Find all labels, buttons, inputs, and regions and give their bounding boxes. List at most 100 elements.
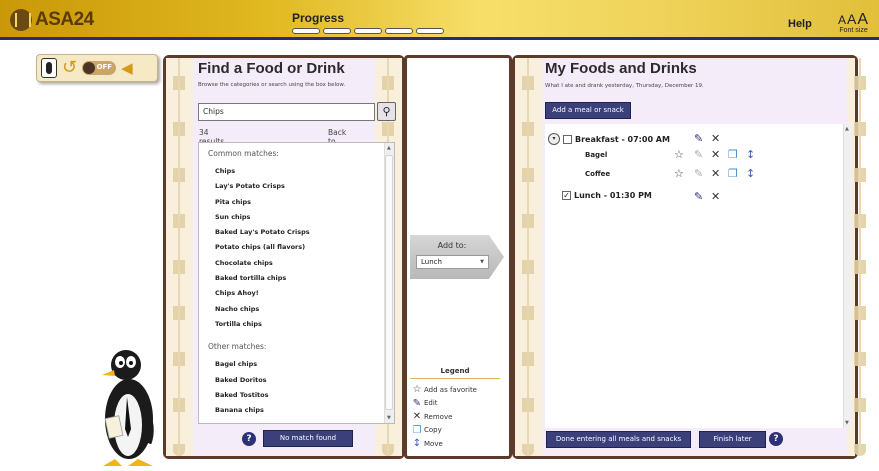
move-icon[interactable]: ↕ — [746, 149, 755, 161]
legend-title: Legend — [410, 367, 500, 379]
scrollbar-thumb[interactable] — [385, 155, 393, 410]
avatar-tools: ↺ OFF ◀ — [36, 54, 158, 82]
meal-checkbox[interactable]: ✓ — [562, 191, 571, 200]
list-item[interactable]: Baked Tostitos — [215, 388, 394, 403]
list-item[interactable]: Chips — [215, 164, 394, 179]
legend-label: Move — [424, 439, 443, 448]
find-panel-subtitle: Browse the categories or search using th… — [198, 82, 346, 88]
panel-decoration — [515, 58, 542, 456]
meals-scrollbar[interactable] — [843, 124, 852, 428]
edit-icon: ✎ — [412, 397, 422, 409]
add-to-meal-select[interactable]: Lunch ▼ — [416, 255, 489, 269]
legend-row: ❐ Copy — [410, 424, 500, 438]
legend-label: Add as favorite — [424, 385, 477, 394]
add-to-arrow: Add to: Lunch ▼ — [410, 235, 504, 279]
panel-decoration — [166, 58, 193, 456]
list-item[interactable]: Potato chips (all flavors) — [215, 240, 394, 255]
remove-icon[interactable]: ✕ — [711, 149, 720, 161]
progress-bars — [292, 28, 444, 34]
list-item[interactable]: Nacho chips — [215, 302, 394, 317]
meal-row-lunch[interactable]: ✓ Lunch - 01:30 PM — [562, 191, 652, 200]
font-size-label: Font size — [839, 27, 868, 34]
font-size-large[interactable]: A — [857, 11, 869, 28]
penguin-mascot-icon — [102, 350, 154, 466]
progress-segment — [385, 28, 413, 34]
legend-label: Remove — [424, 412, 453, 421]
star-icon: ☆ — [412, 384, 422, 396]
no-match-found-button[interactable]: No match found — [263, 430, 353, 447]
progress-segment — [292, 28, 320, 34]
other-matches-heading: Other matches: — [208, 342, 267, 352]
remove-icon[interactable]: ✕ — [711, 168, 720, 180]
list-item[interactable]: Banana chips — [215, 403, 394, 418]
audio-toggle[interactable]: OFF — [82, 61, 117, 75]
progress-segment — [323, 28, 351, 34]
replay-icon[interactable]: ↺ — [62, 59, 77, 77]
legend-row: ✎ Edit — [410, 397, 500, 411]
list-item[interactable]: Chips Ahoy! — [215, 286, 394, 301]
logo: ASA24 — [10, 9, 94, 31]
edit-icon[interactable]: ✎ — [694, 191, 703, 203]
legend-row: ↕ Move — [410, 437, 500, 451]
legend-label: Edit — [424, 399, 438, 408]
list-item[interactable]: Pita chips — [215, 195, 394, 210]
meal-row-breakfast[interactable]: ▾ Breakfast - 07:00 AM — [548, 133, 670, 145]
list-item[interactable]: Lay's Potato Crisps — [215, 179, 394, 194]
my-foods-title: My Foods and Drinks — [545, 60, 697, 77]
logo-text: ASA24 — [35, 9, 94, 30]
font-size-control[interactable]: AAA Font size — [838, 11, 869, 34]
help-link[interactable]: Help — [788, 18, 812, 30]
search-results-list: Common matches: Chips Lay's Potato Crisp… — [198, 142, 395, 424]
top-bar: ASA24 Progress Help AAA Font size — [0, 0, 879, 40]
list-item[interactable]: Baked Doritos — [215, 373, 394, 388]
list-item[interactable]: Sun chips — [215, 210, 394, 225]
list-item[interactable]: Bagel chips — [215, 357, 394, 372]
progress-label: Progress — [292, 11, 345, 25]
remove-icon[interactable]: ✕ — [711, 191, 720, 203]
finish-later-button[interactable]: Finish later — [699, 431, 766, 448]
meal-label: Lunch - 01:30 PM — [574, 191, 652, 200]
results-scrollbar[interactable] — [384, 143, 394, 423]
list-item[interactable]: Tortilla chips — [215, 317, 394, 332]
meal-checkbox[interactable] — [563, 134, 572, 144]
meal-label: Breakfast - 07:00 AM — [575, 134, 670, 144]
edit-icon[interactable]: ✎ — [694, 133, 703, 145]
legend-row: ☆ Add as favorite — [410, 383, 500, 397]
food-item[interactable]: Bagel — [585, 151, 607, 159]
search-input[interactable]: Chips — [198, 103, 375, 121]
remove-icon: ✕ — [412, 411, 422, 423]
my-foods-help-icon[interactable]: ? — [769, 432, 783, 446]
star-icon[interactable]: ☆ — [674, 149, 684, 161]
add-meal-button[interactable]: Add a meal or snack — [545, 102, 631, 119]
remove-icon[interactable]: ✕ — [711, 133, 720, 145]
common-matches-heading: Common matches: — [208, 149, 279, 158]
copy-icon[interactable]: ❐ — [728, 168, 738, 180]
legend-label: Copy — [424, 426, 442, 435]
legend: Legend ☆ Add as favorite ✎ Edit ✕ Remove ❐ C… — [410, 367, 500, 451]
done-entering-button[interactable]: Done entering all meals and snacks — [546, 431, 691, 448]
move-icon[interactable]: ↕ — [746, 168, 755, 180]
edit-icon[interactable]: ✎ — [694, 149, 703, 161]
speaker-icon[interactable]: ◀ — [121, 60, 133, 76]
star-icon[interactable]: ☆ — [674, 168, 684, 180]
list-item[interactable]: Baked tortilla chips — [215, 271, 394, 286]
penguin-toggle-icon[interactable] — [41, 58, 57, 78]
audio-toggle-label: OFF — [96, 63, 113, 71]
move-icon: ↕ — [412, 438, 422, 450]
search-icon[interactable]: ⚲ — [377, 102, 396, 121]
font-size-small[interactable]: A — [838, 13, 847, 27]
progress-indicator: Progress — [292, 11, 444, 34]
food-item[interactable]: Coffee — [585, 170, 610, 178]
logo-icon — [10, 9, 32, 31]
font-size-medium[interactable]: A — [847, 11, 857, 27]
list-item[interactable]: Baked Lay's Potato Crisps — [215, 225, 394, 240]
progress-segment — [416, 28, 444, 34]
copy-icon[interactable]: ❐ — [728, 149, 738, 161]
copy-icon: ❐ — [412, 424, 422, 436]
find-help-icon[interactable]: ? — [242, 432, 256, 446]
list-item[interactable]: Chocolate chips — [215, 256, 394, 271]
progress-segment — [354, 28, 382, 34]
my-foods-subtitle: What I ate and drank yesterday, Thursday… — [545, 83, 704, 89]
edit-icon[interactable]: ✎ — [694, 168, 703, 180]
collapse-icon[interactable]: ▾ — [548, 133, 560, 145]
